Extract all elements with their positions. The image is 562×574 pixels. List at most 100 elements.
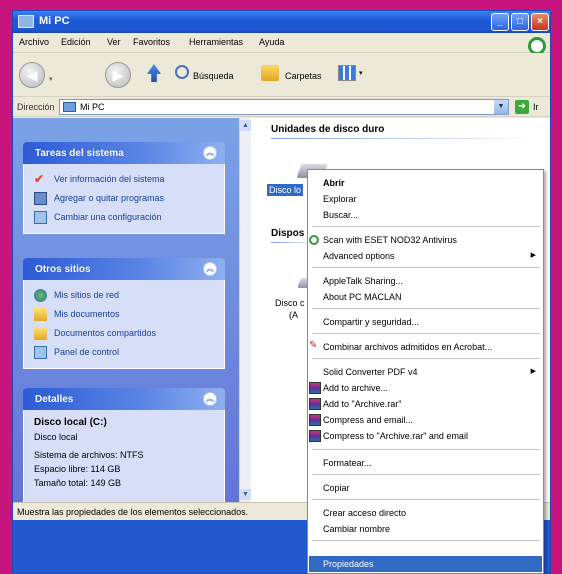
- task-view-system-info[interactable]: ✔ Ver información del sistema: [34, 170, 214, 189]
- floppy-drive-label-2[interactable]: (A: [289, 310, 298, 320]
- floppy-drive-label[interactable]: Disco c: [275, 298, 305, 308]
- menu-item-label: Advanced options: [323, 251, 395, 261]
- menu-item-properties[interactable]: Propiedades: [309, 556, 542, 572]
- other-places-body: Mis sitios de red Mis documentos Documen…: [23, 280, 225, 369]
- folders-button-label[interactable]: Carpetas: [285, 71, 322, 81]
- details-header[interactable]: Detalles ︽: [23, 388, 225, 410]
- menu-bar: Archivo Edición Ver Favoritos Herramient…: [13, 33, 550, 55]
- menu-item-format[interactable]: Formatear...: [309, 455, 542, 471]
- network-globe-icon: [34, 289, 47, 302]
- forward-button[interactable]: ▶: [105, 62, 131, 88]
- go-button-label[interactable]: Ir: [533, 102, 539, 112]
- status-text: Muestra las propiedades de los elementos…: [17, 507, 249, 517]
- place-network[interactable]: Mis sitios de red: [34, 286, 214, 305]
- system-tasks-panel: Tareas del sistema ︽ ✔ Ver información d…: [23, 142, 225, 234]
- checkmark-icon: ✔: [34, 172, 45, 186]
- details-title: Detalles: [35, 394, 74, 405]
- details-name: Disco local (C:): [34, 417, 107, 428]
- task-label: Agregar o quitar programas: [54, 193, 165, 203]
- menu-separator: [312, 333, 540, 334]
- menu-item-add-to-archive[interactable]: Add to archive...: [309, 380, 542, 396]
- menu-item-add-to-rar[interactable]: Add to "Archive.rar": [309, 396, 542, 412]
- hard-drive-label[interactable]: Disco lo: [267, 184, 304, 196]
- details-body: Disco local (C:) Disco local Sistema de …: [23, 410, 225, 510]
- scroll-down-icon[interactable]: ▼: [240, 489, 251, 500]
- task-add-remove-programs[interactable]: Agregar o quitar programas: [34, 189, 214, 208]
- menu-separator: [312, 358, 540, 359]
- control-panel-icon: [34, 211, 47, 224]
- menu-archivo[interactable]: Archivo: [19, 37, 49, 47]
- menu-edicion[interactable]: Edición: [61, 37, 91, 47]
- search-icon[interactable]: [175, 65, 189, 79]
- menu-item-create-shortcut[interactable]: Crear acceso directo: [309, 505, 542, 521]
- views-dropdown-icon[interactable]: ▾: [359, 69, 363, 77]
- views-icon[interactable]: [338, 65, 356, 81]
- control-panel-icon: [34, 346, 47, 359]
- menu-separator: [312, 308, 540, 309]
- menu-item-rename[interactable]: Cambiar nombre: [309, 521, 542, 537]
- back-dropdown-icon[interactable]: ▾: [49, 75, 53, 83]
- minimize-button[interactable]: _: [491, 13, 509, 31]
- menu-separator: [312, 449, 540, 450]
- menu-item-eset-scan[interactable]: Scan with ESET NOD32 Antivirus: [309, 232, 542, 248]
- task-change-setting[interactable]: Cambiar una configuración: [34, 208, 214, 227]
- menu-herramientas[interactable]: Herramientas: [189, 37, 243, 47]
- menu-item-share-security[interactable]: Compartir y seguridad...: [309, 314, 542, 330]
- go-arrow-icon[interactable]: ➜: [515, 100, 529, 114]
- collapse-chevron-icon[interactable]: ︽: [203, 262, 217, 276]
- submenu-arrow-icon: ▶: [530, 252, 536, 259]
- menu-item-search[interactable]: Buscar...: [309, 207, 542, 223]
- title-bar[interactable]: Mi PC _ □ ×: [13, 11, 550, 33]
- submenu-arrow-icon: ▶: [530, 368, 536, 375]
- place-label: Documentos compartidos: [54, 328, 157, 338]
- menu-item-solid-converter[interactable]: Solid Converter PDF v4 ▶: [309, 364, 542, 380]
- my-computer-icon: [63, 102, 76, 112]
- winrar-icon: [309, 382, 321, 394]
- place-label: Mis documentos: [54, 309, 120, 319]
- programs-icon: [34, 192, 47, 205]
- search-button-label[interactable]: Búsqueda: [193, 71, 234, 81]
- details-filesystem: Sistema de archivos: NTFS: [34, 450, 144, 460]
- collapse-chevron-icon[interactable]: ︽: [203, 392, 217, 406]
- window-title: Mi PC: [39, 15, 70, 27]
- place-shared-documents[interactable]: Documentos compartidos: [34, 324, 214, 343]
- other-places-panel: Otros sitios ︽ Mis sitios de red Mis doc…: [23, 258, 225, 369]
- menu-item-explore[interactable]: Explorar: [309, 191, 542, 207]
- menu-item-appletalk[interactable]: AppleTalk Sharing...: [309, 273, 542, 289]
- up-folder-icon[interactable]: [147, 64, 161, 82]
- menu-separator: [312, 267, 540, 268]
- menu-item-acrobat-combine[interactable]: ✎ Combinar archivos admitidos en Acrobat…: [309, 339, 542, 355]
- vertical-scrollbar[interactable]: ▲ ▼: [239, 118, 251, 502]
- place-control-panel[interactable]: Panel de control: [34, 343, 214, 362]
- task-label: Ver información del sistema: [54, 174, 165, 184]
- system-tasks-body: ✔ Ver información del sistema Agregar o …: [23, 164, 225, 234]
- details-type: Disco local: [34, 432, 78, 442]
- folders-icon[interactable]: [261, 65, 279, 81]
- system-tasks-header[interactable]: Tareas del sistema ︽: [23, 142, 225, 164]
- menu-item-compress-rar-email[interactable]: Compress to "Archive.rar" and email: [309, 428, 542, 444]
- menu-separator: [312, 474, 540, 475]
- collapse-chevron-icon[interactable]: ︽: [203, 146, 217, 160]
- menu-item-open[interactable]: Abrir: [309, 175, 542, 191]
- menu-ver[interactable]: Ver: [107, 37, 121, 47]
- details-total-size: Tamaño total: 149 GB: [34, 478, 122, 488]
- menu-item-about-maclan[interactable]: About PC MACLAN: [309, 289, 542, 305]
- close-button[interactable]: ×: [531, 13, 549, 31]
- scroll-up-icon[interactable]: ▲: [240, 120, 251, 131]
- place-label: Mis sitios de red: [54, 290, 120, 300]
- menu-ayuda[interactable]: Ayuda: [259, 37, 284, 47]
- other-places-header[interactable]: Otros sitios ︽: [23, 258, 225, 280]
- place-my-documents[interactable]: Mis documentos: [34, 305, 214, 324]
- hard-drives-section-title: Unidades de disco duro: [271, 124, 385, 135]
- menu-item-compress-email[interactable]: Compress and email...: [309, 412, 542, 428]
- address-field[interactable]: Mi PC ▼: [59, 99, 509, 115]
- menu-favoritos[interactable]: Favoritos: [133, 37, 170, 47]
- section-divider: [271, 138, 541, 139]
- back-button[interactable]: ◀: [19, 62, 45, 88]
- details-free-space: Espacio libre: 114 GB: [34, 464, 121, 474]
- maximize-button[interactable]: □: [511, 13, 529, 31]
- menu-item-advanced-options[interactable]: Advanced options ▶: [309, 248, 542, 264]
- menu-item-copy[interactable]: Copiar: [309, 480, 542, 496]
- address-dropdown-icon[interactable]: ▼: [494, 100, 508, 114]
- menu-item-label: Compress and email...: [323, 415, 414, 425]
